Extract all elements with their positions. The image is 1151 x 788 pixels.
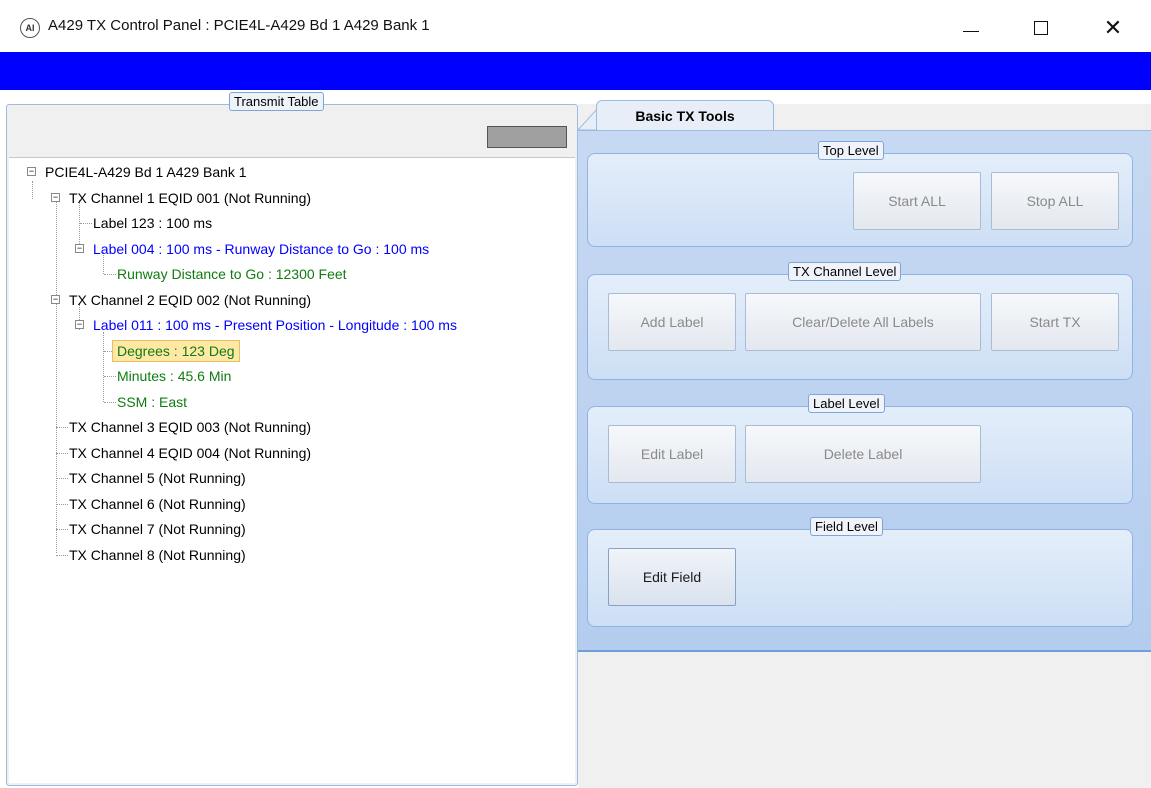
tools-area: Top Level Start ALL Stop ALL TX Channel …	[578, 100, 1151, 788]
tree-node[interactable]: TX Channel 8 (Not Running)	[69, 546, 246, 564]
add-label-button[interactable]: Add Label	[608, 293, 736, 351]
start-all-button[interactable]: Start ALL	[853, 172, 981, 230]
tree-node[interactable]: Label 123 : 100 ms	[93, 214, 212, 232]
tx-channel-level-group: TX Channel Level Add Label Clear/Delete …	[587, 262, 1133, 380]
tree-expander-icon[interactable]: −	[51, 294, 60, 304]
tree-node[interactable]: TX Channel 5 (Not Running)	[69, 469, 246, 487]
close-button[interactable]: ✕	[1090, 8, 1136, 48]
transmit-tree[interactable]: − PCIE4L-A429 Bd 1 A429 Bank 1− TX Channel…	[9, 157, 575, 783]
top-level-group: Top Level Start ALL Stop ALL	[587, 141, 1133, 247]
minimize-icon	[963, 30, 979, 32]
tree-node[interactable]: TX Channel 1 EQID 001 (Not Running)	[69, 189, 311, 207]
minimize-button[interactable]	[948, 8, 994, 48]
delete-label-button[interactable]: Delete Label	[745, 425, 981, 483]
label-level-caption: Label Level	[808, 394, 885, 413]
tree-node[interactable]: SSM : East	[117, 393, 187, 411]
maximize-button[interactable]	[1018, 8, 1064, 48]
tree-expander-icon[interactable]: −	[27, 167, 36, 176]
basic-tx-tools-panel: Top Level Start ALL Stop ALL TX Channel …	[578, 130, 1151, 652]
start-tx-button[interactable]: Start TX	[991, 293, 1119, 351]
label-level-group: Label Level Edit Label Delete Label	[587, 394, 1133, 504]
edit-field-button[interactable]: Edit Field	[608, 548, 736, 606]
transmit-table-group: Transmit Table − PCIE4L-A429 Bd 1 A429 Ba…	[6, 92, 578, 786]
tree-expander-icon[interactable]: −	[75, 243, 84, 253]
transmit-table-caption: Transmit Table	[229, 92, 324, 111]
tree-node[interactable]: TX Channel 7 (Not Running)	[69, 520, 246, 538]
tree-node[interactable]: TX Channel 6 (Not Running)	[69, 495, 246, 513]
edit-label-button[interactable]: Edit Label	[608, 425, 736, 483]
stop-all-button[interactable]: Stop ALL	[991, 172, 1119, 230]
tab-basic-tx-tools[interactable]: Basic TX Tools	[596, 100, 774, 130]
close-icon: ✕	[1103, 15, 1123, 40]
tree-expander-icon[interactable]: −	[51, 192, 60, 202]
status-indicator	[487, 126, 567, 148]
tx-channel-level-caption: TX Channel Level	[788, 262, 902, 281]
field-level-group: Field Level Edit Field	[587, 517, 1133, 627]
app-icon: AI	[20, 18, 40, 38]
title-bar: AI A429 TX Control Panel : PCIE4L-A429 B…	[0, 0, 1151, 52]
top-level-caption: Top Level	[818, 141, 884, 160]
tree-node[interactable]: Runway Distance to Go : 12300 Feet	[117, 265, 347, 283]
tree-node[interactable]: PCIE4L-A429 Bd 1 A429 Bank 1	[45, 163, 247, 181]
window-title: A429 TX Control Panel : PCIE4L-A429 Bd 1…	[48, 17, 430, 34]
clear-delete-all-labels-button[interactable]: Clear/Delete All Labels	[745, 293, 981, 351]
tree-node-selected[interactable]: Degrees : 123 Deg	[112, 339, 240, 362]
field-level-caption: Field Level	[810, 517, 883, 536]
tree-node[interactable]: Label 004 : 100 ms - Runway Distance to …	[93, 240, 429, 258]
tree-expander-icon[interactable]: −	[75, 320, 84, 329]
header-color-bar	[0, 52, 1151, 90]
maximize-icon	[1034, 21, 1048, 35]
tree-node[interactable]: Label 011 : 100 ms - Present Position - …	[93, 316, 457, 334]
tree-node[interactable]: TX Channel 3 EQID 003 (Not Running)	[69, 418, 311, 436]
tree-node[interactable]: TX Channel 4 EQID 004 (Not Running)	[69, 444, 311, 462]
tree-node[interactable]: TX Channel 2 EQID 002 (Not Running)	[69, 291, 311, 309]
tree-node[interactable]: Minutes : 45.6 Min	[117, 367, 231, 385]
